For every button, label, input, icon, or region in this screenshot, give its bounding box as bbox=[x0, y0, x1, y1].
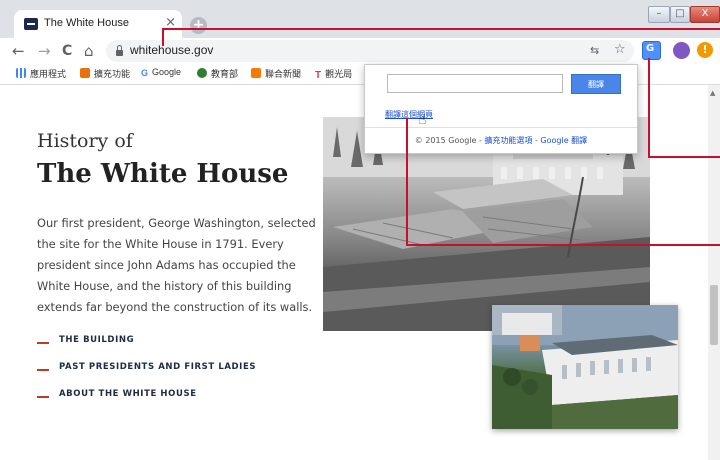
scroll-thumb[interactable] bbox=[710, 285, 718, 345]
bookmark-apps[interactable]: 應用程式 bbox=[16, 67, 66, 80]
extension-options-link[interactable]: 擴充功能選項 bbox=[484, 136, 532, 145]
minimize-button[interactable]: – bbox=[648, 6, 670, 23]
maximize-button[interactable]: □ bbox=[670, 6, 690, 23]
link-label[interactable]: PAST PRESIDENTS AND FIRST LADIES bbox=[59, 362, 256, 372]
url-text: whitehouse.gov bbox=[130, 43, 214, 57]
reload-icon[interactable]: C bbox=[62, 42, 72, 60]
link-dash bbox=[37, 369, 49, 371]
aerial-white-house-photo bbox=[492, 305, 678, 429]
apps-grid-icon bbox=[16, 68, 26, 78]
lock-icon[interactable] bbox=[116, 45, 123, 56]
copyright-text: © 2015 Google - bbox=[414, 136, 485, 145]
forward-icon[interactable]: → bbox=[38, 42, 51, 60]
bookmark-google[interactable]: G Google bbox=[141, 67, 181, 78]
scroll-up-arrow-icon[interactable]: ▲ bbox=[710, 89, 715, 97]
translate-button[interactable]: 翻譯 bbox=[571, 74, 621, 94]
link-dash bbox=[37, 396, 49, 398]
callout-line bbox=[648, 58, 650, 158]
heading-small: History of bbox=[37, 130, 133, 152]
translate-page-icon[interactable]: ⇆ bbox=[590, 43, 599, 59]
bookmark-tourism[interactable]: T 觀光局 bbox=[315, 67, 352, 81]
browser-toolbar: ← → C ⌂ whitehouse.gov ⇆ ☆ ! bbox=[0, 38, 720, 64]
tab-white-house[interactable]: The White House × bbox=[14, 10, 182, 38]
update-icon[interactable]: ! bbox=[697, 42, 713, 58]
tourism-icon: T bbox=[315, 70, 322, 81]
translate-input[interactable] bbox=[387, 74, 563, 93]
callout-line bbox=[406, 244, 720, 246]
back-icon[interactable]: ← bbox=[12, 42, 25, 60]
google-translate-extension-icon[interactable] bbox=[642, 41, 661, 60]
tab-strip: The White House × + – □ X bbox=[0, 0, 720, 38]
page-title: The White House bbox=[37, 159, 289, 189]
bookmark-moe[interactable]: 教育部 bbox=[197, 67, 238, 80]
google-icon: G bbox=[141, 68, 149, 78]
google-translate-link[interactable]: Google 翻譯 bbox=[540, 136, 587, 145]
tab-title: The White House bbox=[44, 17, 129, 29]
callout-line bbox=[162, 28, 164, 46]
callout-line bbox=[648, 156, 720, 158]
callout-line bbox=[162, 28, 720, 30]
white-house-favicon-icon bbox=[24, 18, 38, 30]
vertical-scrollbar[interactable]: ▲ bbox=[708, 85, 720, 460]
intro-paragraph: Our first president, George Washington, … bbox=[37, 216, 316, 314]
moe-icon bbox=[197, 68, 207, 78]
udn-icon bbox=[251, 68, 261, 78]
bookmark-udn[interactable]: 聯合新聞 bbox=[251, 67, 301, 80]
hand-cursor-icon: ☝ bbox=[418, 112, 427, 128]
callout-line bbox=[406, 118, 408, 246]
star-icon[interactable]: ☆ bbox=[614, 42, 626, 58]
profile-avatar-icon[interactable] bbox=[673, 42, 690, 59]
address-bar[interactable]: whitehouse.gov ⇆ ☆ bbox=[106, 40, 634, 62]
link-label[interactable]: THE BUILDING bbox=[59, 335, 134, 345]
window-close-button[interactable]: X bbox=[690, 6, 720, 23]
new-tab-button[interactable]: + bbox=[190, 17, 207, 34]
extensions-icon bbox=[80, 68, 90, 78]
link-dash bbox=[37, 342, 49, 344]
bookmark-extensions[interactable]: 擴充功能 bbox=[80, 67, 130, 80]
home-icon[interactable]: ⌂ bbox=[84, 42, 94, 60]
link-label[interactable]: ABOUT THE WHITE HOUSE bbox=[59, 389, 197, 399]
